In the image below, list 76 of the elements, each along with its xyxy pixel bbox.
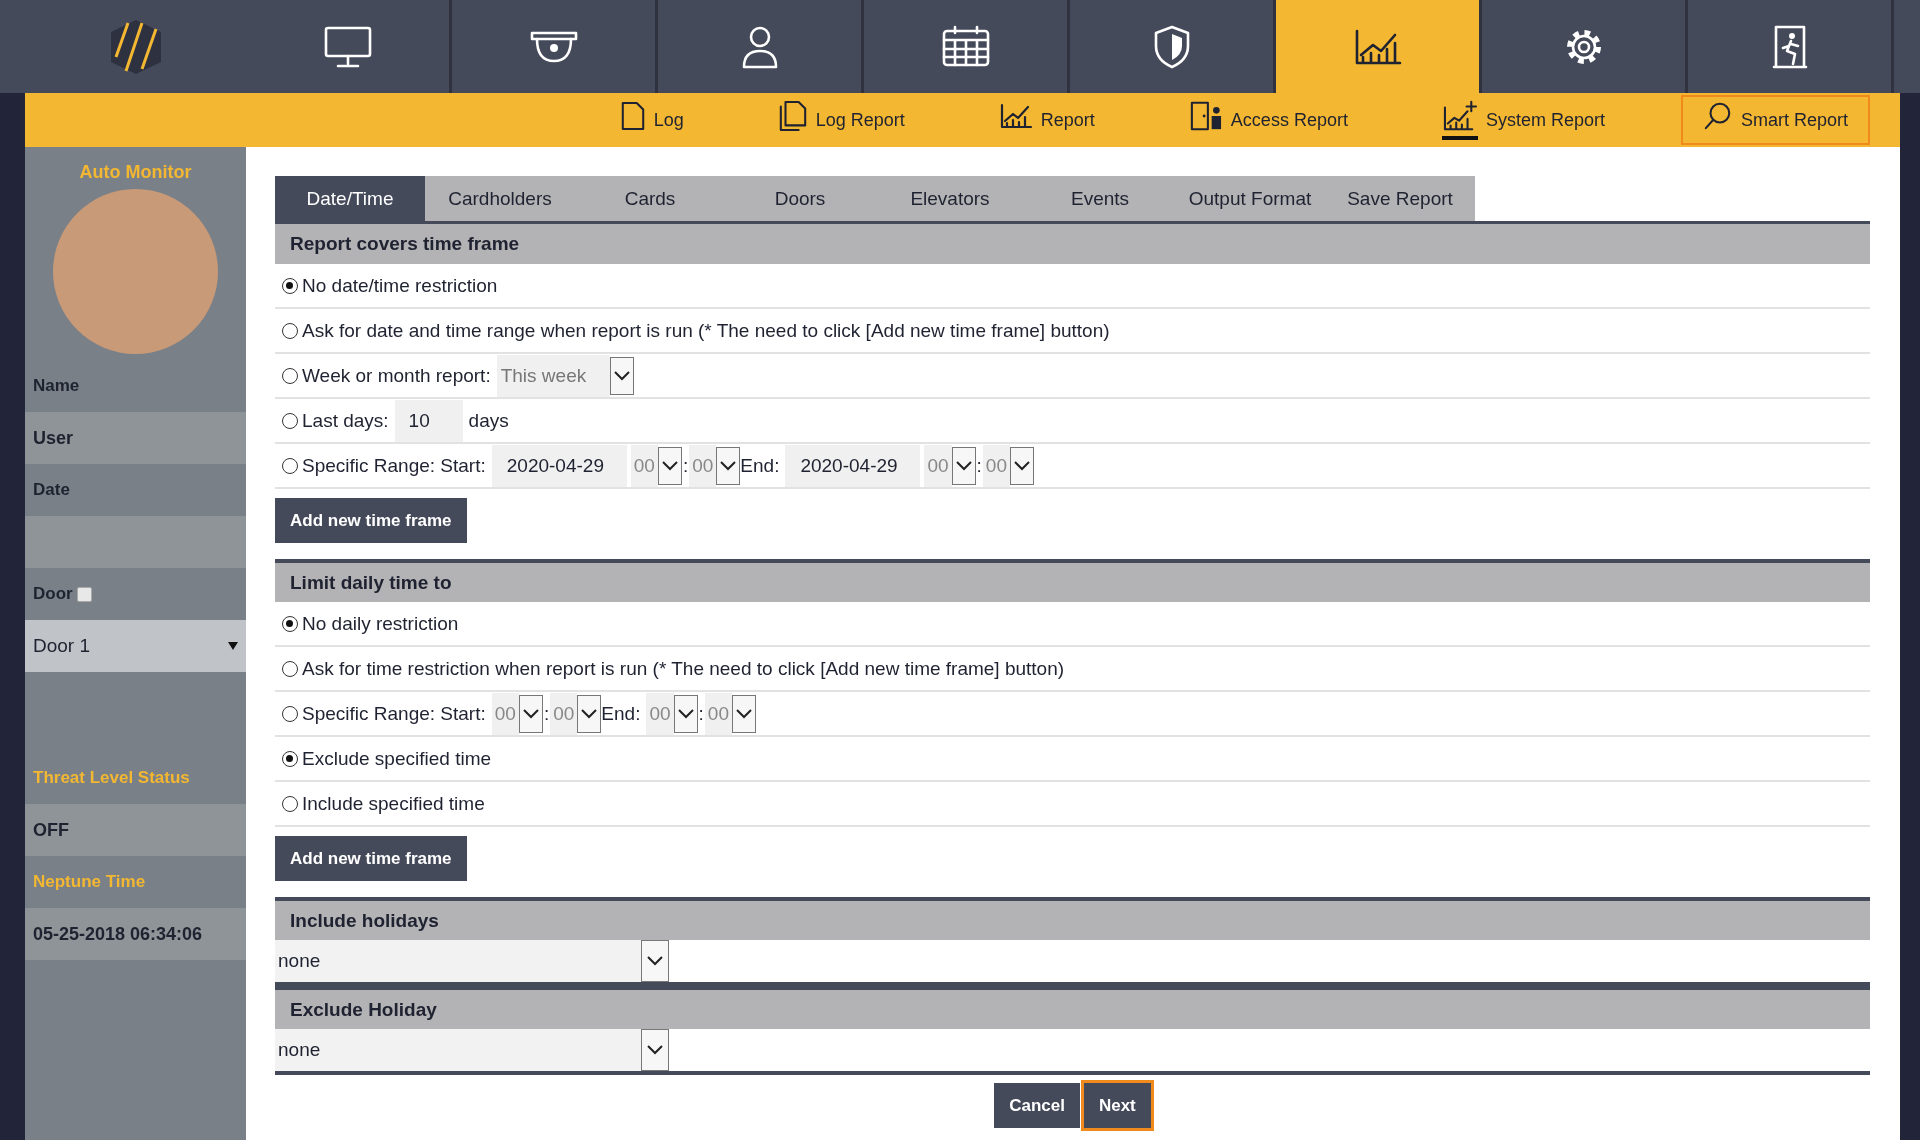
option-label: No date/time restriction <box>302 274 498 297</box>
chart-plus-icon <box>1441 100 1478 140</box>
add-time-frame-button[interactable]: Add new time frame <box>275 836 467 881</box>
date-field[interactable]: 2020-04-29 <box>785 444 921 487</box>
number-field[interactable]: 10 <box>394 399 463 442</box>
dropdown-arrow-button[interactable] <box>673 694 698 733</box>
section-label: Neptune Time <box>33 872 146 892</box>
footer-button[interactable]: Cancel <box>994 1083 1080 1128</box>
report-tab[interactable]: Log Report <box>759 95 923 145</box>
time-separator: : <box>698 702 704 725</box>
section-label: Threat Level Status <box>33 768 190 788</box>
date-field[interactable]: 2020-04-29 <box>491 444 627 487</box>
dropdown-arrow-button[interactable] <box>1010 446 1034 485</box>
time-separator: : <box>976 454 982 477</box>
section-header: Limit daily time to <box>275 559 1870 602</box>
field-value: OFF <box>33 819 69 841</box>
holiday-dropdown[interactable]: none <box>275 940 641 982</box>
dropdown-arrow-button[interactable] <box>577 694 602 733</box>
monitor-icon <box>322 24 373 69</box>
holiday-dropdown[interactable]: none <box>275 1029 641 1071</box>
dropdown-arrow-button[interactable] <box>641 1029 669 1071</box>
checkbox[interactable] <box>76 586 92 602</box>
report-tab[interactable]: Smart Report <box>1680 95 1870 145</box>
dropdown-arrow-button[interactable] <box>657 446 682 485</box>
chevron-icon <box>613 370 630 381</box>
sidebar-title: Auto Monitor <box>78 161 193 184</box>
report-tab[interactable]: Report <box>980 95 1113 145</box>
chevron-icon <box>661 460 678 471</box>
option-label: No daily restriction <box>302 612 459 635</box>
chevron-icon <box>736 708 752 719</box>
option-label: Ask for date and time range when report is run (* The need to click [Add new time frame] button) <box>302 319 1110 342</box>
report-tab[interactable]: Log <box>601 95 702 145</box>
field-label: Name <box>33 376 80 396</box>
tab[interactable]: Date/Time <box>275 176 425 221</box>
option-label: Specific Range: Start: <box>302 454 486 477</box>
chevron-icon <box>955 460 972 471</box>
chevron-icon <box>647 1045 663 1055</box>
option-label: Last days: <box>302 409 389 432</box>
dropdown-arrow-button[interactable] <box>609 356 634 395</box>
option-label: days <box>468 409 509 432</box>
door-dropdown[interactable]: Door 1 <box>25 620 246 672</box>
chevron-icon <box>1014 460 1030 471</box>
section-header: Exclude Holiday <box>275 986 1870 1029</box>
option-label: End: <box>740 454 780 477</box>
chevron-icon <box>522 708 539 719</box>
section-header: Report covers time frame <box>275 221 1870 264</box>
dropdown-arrow-button[interactable] <box>518 694 543 733</box>
chevron-icon <box>720 460 737 471</box>
report-tab[interactable]: Access Report <box>1170 95 1366 145</box>
chevron-icon <box>677 708 694 719</box>
field-value: User <box>33 427 74 449</box>
chevron-icon <box>581 708 598 719</box>
footer-button[interactable]: Next <box>1083 1083 1151 1128</box>
period-dropdown[interactable]: This week <box>496 354 610 397</box>
time-separator: : <box>543 702 550 725</box>
dropdown-arrow-button[interactable] <box>641 940 669 982</box>
dropdown-arrow-button[interactable] <box>716 446 741 485</box>
option-label: Exclude specified time <box>302 747 492 770</box>
dropdown-arrow-button[interactable] <box>732 694 756 733</box>
add-time-frame-button[interactable]: Add new time frame <box>275 498 467 543</box>
report-tab[interactable]: System Report <box>1423 95 1623 145</box>
option-label: Specific Range: Start: <box>302 702 486 725</box>
field-value: 05-25-2018 06:34:06 <box>33 923 203 945</box>
time-separator: : <box>682 454 689 477</box>
field-label: Door <box>33 584 73 604</box>
field-label: Date <box>33 480 70 500</box>
calendar-icon <box>940 24 991 69</box>
option-label: End: <box>601 702 641 725</box>
dropdown-arrow-button[interactable] <box>951 446 976 485</box>
option-label: Ask for time restriction when report is run (* The need to click [Add new time frame] button) <box>302 657 1065 680</box>
option-label: Week or month report: <box>302 364 491 387</box>
nav-tab[interactable] <box>1276 0 1482 93</box>
option-label: Include specified time <box>302 792 485 815</box>
caret-icon <box>228 642 238 650</box>
section-header: Include holidays <box>275 897 1870 940</box>
chevron-icon <box>647 956 663 966</box>
